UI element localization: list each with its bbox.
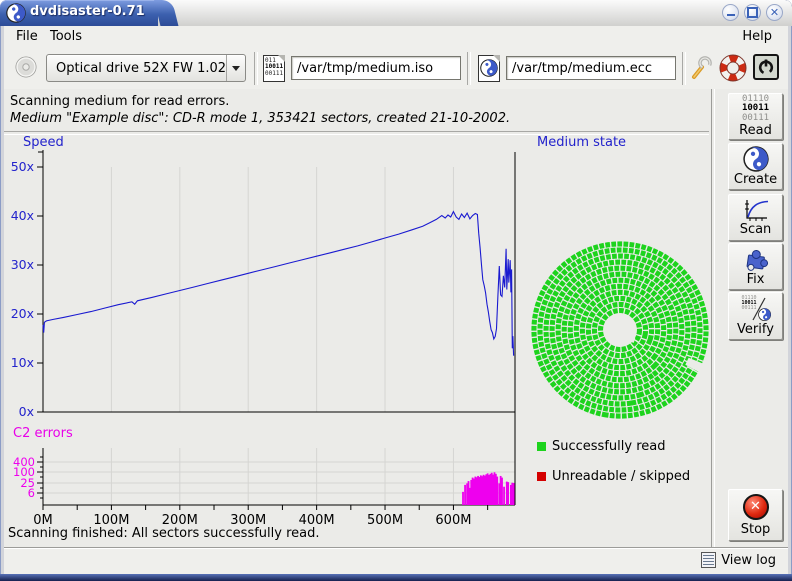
- toolbar-separator: [254, 52, 258, 85]
- legend-label: Unreadable / skipped: [552, 469, 690, 484]
- maximize-icon: [747, 7, 758, 18]
- main-content: Scanning medium for read errors. Medium …: [4, 89, 788, 547]
- sidebar-divider: [711, 89, 715, 547]
- fix-button[interactable]: Fix: [728, 243, 783, 290]
- menu-tools[interactable]: Tools: [46, 29, 86, 44]
- window-border-bottom: [0, 574, 792, 581]
- iso-path-input[interactable]: [291, 56, 461, 80]
- scan-result-text: Scanning finished: All sectors successfu…: [8, 526, 320, 541]
- close-button[interactable]: ✕: [766, 4, 783, 21]
- drive-select-arrow-button[interactable]: [226, 55, 245, 81]
- svg-text:50x: 50x: [11, 159, 34, 174]
- help-button[interactable]: [718, 53, 748, 83]
- view-log-label: View log: [721, 553, 776, 568]
- svg-text:0x: 0x: [19, 404, 34, 419]
- view-log-button[interactable]: View log: [701, 552, 776, 568]
- window-border-left: [0, 26, 4, 574]
- svg-text:40x: 40x: [11, 208, 34, 223]
- svg-text:600M: 600M: [435, 513, 471, 528]
- verify-button[interactable]: 011101001100111 Verify: [728, 292, 783, 340]
- legend-item-unreadable: Unreadable / skipped: [537, 469, 690, 484]
- curve-chart-icon: [742, 198, 770, 222]
- svg-text:500M: 500M: [367, 513, 403, 528]
- maximize-button[interactable]: [744, 4, 761, 21]
- svg-text:30x: 30x: [11, 257, 34, 272]
- legend-swatch-red: [537, 472, 546, 481]
- close-icon: ✕: [770, 7, 779, 18]
- disc-icon: [14, 55, 38, 79]
- legend-swatch-green: [537, 442, 546, 451]
- minimize-icon: [727, 14, 735, 16]
- medium-state-disc: [528, 238, 712, 422]
- legend-label: Successfully read: [552, 439, 665, 454]
- wrench-icon: [689, 56, 713, 80]
- stop-button[interactable]: ✕ Stop: [728, 489, 783, 541]
- chevron-down-icon: [232, 66, 240, 71]
- menu-file[interactable]: File: [12, 29, 42, 44]
- power-icon: [753, 54, 779, 80]
- create-button[interactable]: Create: [728, 143, 783, 190]
- scan-button[interactable]: Scan: [728, 194, 783, 241]
- svg-text:400: 400: [13, 455, 35, 469]
- dvdisaster-window: dvdisaster-0.71 ✕ File Tools Help Optica…: [0, 0, 792, 581]
- ecc-path-input[interactable]: [506, 56, 676, 80]
- ecc-file-icon: [478, 55, 500, 82]
- log-list-icon: [701, 552, 716, 568]
- binary-icon: 011101001100111: [742, 95, 769, 123]
- stop-icon: ✕: [743, 494, 769, 520]
- toolbar: Optical drive 52X FW 1.02 0111001100111: [4, 48, 788, 90]
- app-yinyang-icon: [6, 3, 26, 23]
- svg-text:10x: 10x: [11, 355, 34, 370]
- puzzle-icon: [743, 246, 769, 272]
- window-border-right: [788, 26, 792, 574]
- verify-icon: 011101001100111: [741, 296, 771, 322]
- yinyang-icon: [743, 146, 769, 172]
- minimize-button[interactable]: [722, 4, 739, 21]
- toolbar-separator: [467, 52, 471, 85]
- drive-select[interactable]: Optical drive 52X FW 1.02: [46, 54, 246, 82]
- svg-text:20x: 20x: [11, 306, 34, 321]
- menu-help[interactable]: Help: [738, 29, 776, 44]
- lifebuoy-icon: [719, 54, 747, 82]
- drive-disc-button[interactable]: [12, 53, 40, 81]
- preferences-button[interactable]: [688, 55, 714, 81]
- title-bar[interactable]: dvdisaster-0.71 ✕: [0, 0, 792, 26]
- iso-file-icon: 0111001100111: [263, 55, 285, 82]
- quit-button[interactable]: [752, 53, 780, 81]
- legend-item-read: Successfully read: [537, 439, 665, 454]
- menu-bar: File Tools Help: [4, 26, 788, 48]
- read-button[interactable]: 011101001100111 Read: [728, 93, 783, 140]
- status-line-2: Medium "Example disc": CD-R mode 1, 3534…: [10, 111, 510, 126]
- status-line-1: Scanning medium for read errors.: [10, 94, 229, 109]
- toolbar-separator: [682, 52, 686, 85]
- window-title: dvdisaster-0.71: [30, 4, 145, 19]
- status-bar: View log: [4, 547, 788, 575]
- drive-select-value: Optical drive 52X FW 1.02: [47, 61, 226, 76]
